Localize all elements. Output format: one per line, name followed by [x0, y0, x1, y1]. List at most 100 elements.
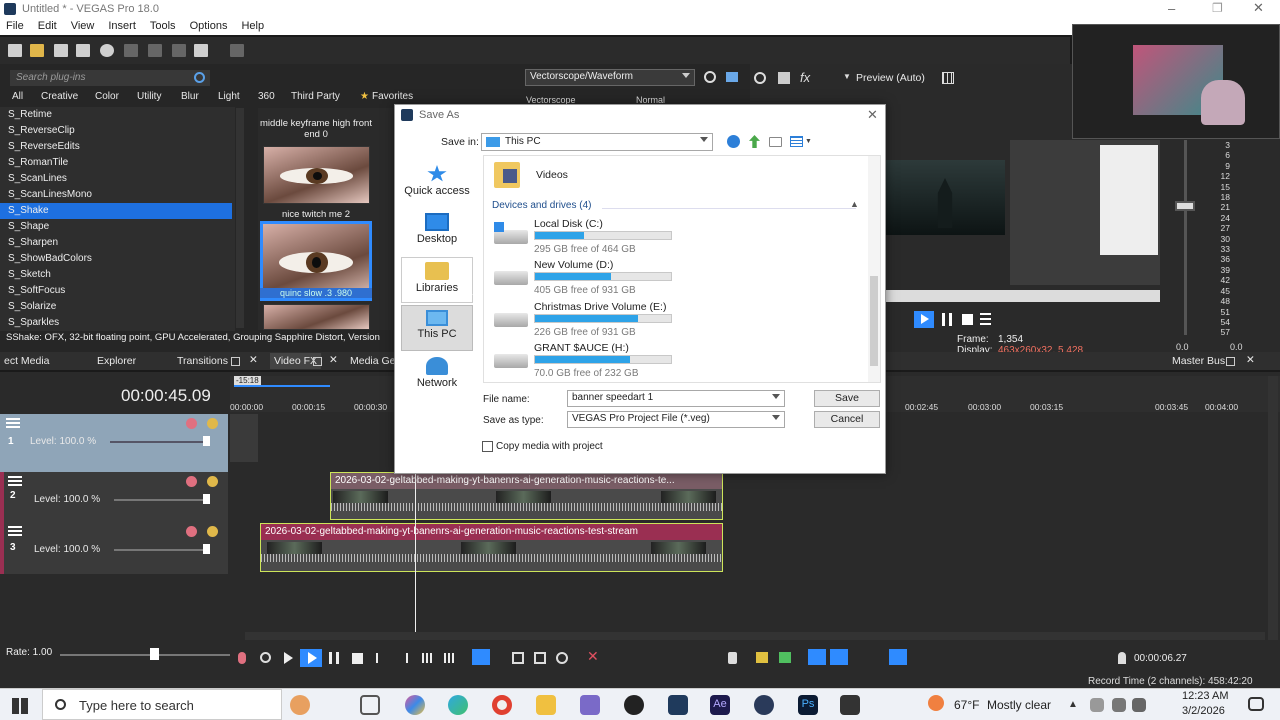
open-folder-icon[interactable]: [30, 44, 44, 57]
category-360[interactable]: 360: [258, 91, 275, 102]
mute-icon[interactable]: [186, 526, 197, 537]
nav-network[interactable]: Network: [401, 353, 473, 399]
track-header-3[interactable]: 3 Level: 100.0 %: [0, 522, 228, 574]
track-level-slider-handle[interactable]: [203, 544, 210, 554]
region-icon[interactable]: [779, 652, 791, 663]
edge-icon[interactable]: [448, 695, 468, 715]
stop-button[interactable]: [352, 653, 363, 664]
go-to-end-icon[interactable]: [398, 653, 408, 663]
preview-settings-icon[interactable]: [754, 72, 766, 84]
plugin-search-input[interactable]: Search plug-ins: [10, 70, 210, 86]
delete-icon[interactable]: ✕: [587, 648, 599, 665]
menu-file[interactable]: File: [6, 20, 24, 32]
task-view-icon[interactable]: [360, 695, 380, 715]
drive-item[interactable]: GRANT $AUCE (H:) 70.0 GB free of 232 GB: [490, 342, 690, 382]
selection-tool-icon[interactable]: [534, 652, 546, 664]
tab-video-fx-close-icon[interactable]: ✕: [329, 354, 338, 366]
tab-explorer[interactable]: Explorer: [97, 355, 136, 367]
scopes-settings-icon[interactable]: [704, 71, 716, 83]
track-header-2[interactable]: 2 Level: 100.0 %: [0, 472, 228, 522]
category-creative[interactable]: Creative: [41, 91, 78, 102]
save-button[interactable]: Save: [814, 390, 880, 407]
tab-transitions[interactable]: Transitions: [177, 355, 228, 367]
list-item[interactable]: S_Shape: [0, 219, 232, 235]
volume-icon[interactable]: [1132, 698, 1146, 712]
mute-icon[interactable]: [186, 476, 197, 487]
collapse-icon[interactable]: ▲: [850, 199, 859, 209]
list-item[interactable]: S_Solarize: [0, 299, 232, 315]
save-in-dropdown[interactable]: This PC: [481, 133, 713, 151]
preview-copy-icon[interactable]: [778, 72, 790, 84]
new-folder-icon[interactable]: [769, 137, 782, 147]
track-header-1[interactable]: 1 Level: 100.0 %: [0, 414, 228, 472]
undo-icon[interactable]: [194, 44, 208, 57]
maximize-button[interactable]: ❐: [1212, 1, 1223, 15]
auto-ripple-icon[interactable]: [830, 649, 848, 665]
previous-frame-icon[interactable]: [422, 653, 434, 663]
paste-icon[interactable]: [172, 44, 186, 57]
back-icon[interactable]: [727, 135, 740, 148]
nav-quick-access[interactable]: Quick access: [401, 161, 473, 207]
menu-view[interactable]: View: [71, 20, 95, 32]
tray-icon[interactable]: [1090, 698, 1104, 712]
cut-icon[interactable]: [124, 44, 138, 57]
track-menu-icon[interactable]: [8, 526, 22, 536]
menu-insert[interactable]: Insert: [108, 20, 136, 32]
grid-overlay-icon[interactable]: [942, 72, 954, 84]
rate-slider-handle[interactable]: [150, 648, 159, 660]
play-button[interactable]: [300, 649, 322, 667]
list-item[interactable]: S_Sparkles: [0, 315, 232, 331]
preview-quality-dropdown[interactable]: Preview (Auto): [856, 72, 925, 84]
plugin-list-scrollbar[interactable]: [236, 108, 244, 328]
vegas-taskbar-icon[interactable]: [668, 695, 688, 715]
app-icon[interactable]: [580, 695, 600, 715]
preview-fx-icon[interactable]: fx: [800, 70, 810, 85]
list-item[interactable]: S_Sharpen: [0, 235, 232, 251]
save-type-dropdown[interactable]: VEGAS Pro Project File (*.veg): [567, 411, 785, 428]
list-item[interactable]: S_ReverseClip: [0, 123, 232, 139]
list-item[interactable]: S_ScanLinesMono: [0, 187, 232, 203]
devices-header[interactable]: Devices and drives (4): [492, 200, 591, 211]
track-level-slider[interactable]: [110, 441, 205, 443]
track-level-slider-handle[interactable]: [203, 436, 210, 446]
marker-icon[interactable]: [756, 652, 768, 663]
nav-this-pc[interactable]: This PC: [401, 305, 473, 351]
master-bus-close-icon[interactable]: ✕: [1246, 354, 1255, 366]
cancel-button[interactable]: Cancel: [814, 411, 880, 428]
loop-playback-icon[interactable]: [260, 652, 271, 663]
chrome-icon[interactable]: [492, 695, 512, 715]
view-menu-arrow-icon[interactable]: ▼: [805, 138, 812, 145]
copy-media-checkbox[interactable]: [482, 441, 493, 452]
normal-edit-tool-icon[interactable]: [472, 649, 490, 665]
file-name-input[interactable]: banner speedart 1: [567, 390, 785, 407]
save-as-icon[interactable]: [76, 44, 90, 57]
solo-icon[interactable]: [207, 526, 218, 537]
dialog-close-icon[interactable]: ✕: [867, 107, 878, 123]
save-icon[interactable]: [54, 44, 68, 57]
scopes-update-icon[interactable]: [726, 72, 738, 82]
lock-envelopes-icon[interactable]: [889, 649, 907, 665]
solo-icon[interactable]: [207, 418, 218, 429]
play-from-start-icon[interactable]: [284, 652, 293, 664]
category-light[interactable]: Light: [218, 91, 240, 102]
redo-icon[interactable]: [230, 44, 244, 57]
master-bus-float-icon[interactable]: [1226, 357, 1235, 366]
category-third-party[interactable]: Third Party: [291, 91, 340, 102]
snapping-icon[interactable]: [808, 649, 826, 665]
next-frame-icon[interactable]: [444, 653, 456, 663]
menu-options[interactable]: Options: [190, 20, 228, 32]
go-to-start-icon[interactable]: [376, 653, 386, 663]
scopes-dropdown[interactable]: Vectorscope/Waveform: [525, 69, 695, 86]
network-tray-icon[interactable]: [1112, 698, 1126, 712]
drive-item[interactable]: Local Disk (C:) 295 GB free of 464 GB: [490, 218, 690, 258]
preview-dropdown-arrow-icon[interactable]: ▼: [843, 72, 851, 81]
copilot-icon[interactable]: [405, 695, 425, 715]
mute-icon[interactable]: [186, 418, 197, 429]
list-item[interactable]: S_ReverseEdits: [0, 139, 232, 155]
category-all[interactable]: All: [12, 91, 23, 102]
loop-region-bar[interactable]: [234, 385, 330, 387]
drive-item[interactable]: New Volume (D:) 405 GB free of 931 GB: [490, 259, 690, 299]
copy-icon[interactable]: [148, 44, 162, 57]
menu-edit[interactable]: Edit: [38, 20, 57, 32]
master-fader-handle[interactable]: [1175, 201, 1195, 211]
